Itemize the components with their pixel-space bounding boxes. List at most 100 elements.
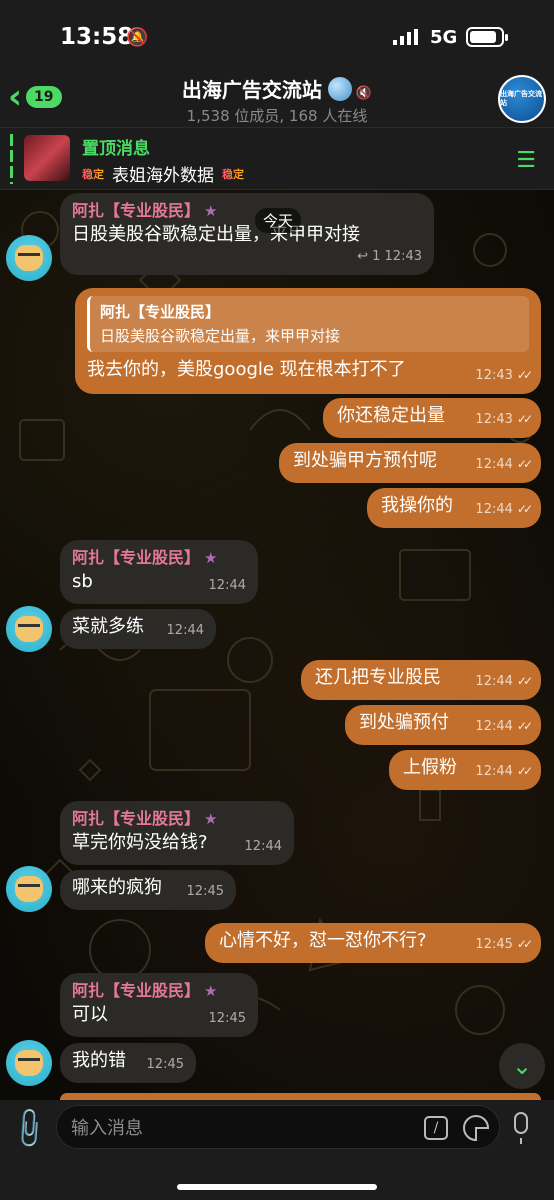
user-avatar[interactable] [6, 866, 52, 912]
message-meta: 12:43 ✓✓ [475, 363, 533, 388]
group-avatar[interactable]: 出海广告交流站 [498, 75, 546, 123]
message-meta: 12:45 [209, 1007, 246, 1031]
group-avatar-text: 出海广告交流站 [500, 90, 542, 107]
message-meta: 12:44 ✓✓ [475, 714, 533, 739]
reply-quote[interactable]: 阿扎【专业股民】 日股美股谷歌稳定出量，来甲甲对接 [87, 296, 529, 352]
status-time: 13:58 [60, 24, 134, 50]
pinned-list-icon[interactable]: ☰ [516, 148, 536, 173]
back-button[interactable]: ‹ 19 [8, 80, 62, 114]
message-meta: 12:44 ✓✓ [475, 759, 533, 784]
commands-icon[interactable]: / [424, 1116, 448, 1140]
pinned-tag-left: 稳定 [82, 167, 104, 181]
message-time: 12:43 [475, 412, 513, 427]
reply-icon: ↩ [357, 249, 368, 264]
star-icon: ★ [204, 549, 218, 567]
message-meta: 12:44 [209, 574, 246, 598]
read-ticks-icon: ✓✓ [516, 412, 533, 426]
message-input-box[interactable]: / [56, 1105, 500, 1149]
message-time: 12:45 [208, 1011, 246, 1026]
user-avatar[interactable] [6, 235, 52, 281]
battery-icon [466, 27, 508, 47]
sender-name[interactable]: 阿扎【专业股民】 [72, 548, 200, 567]
message-outgoing[interactable]: 还几把专业股民 12:44 ✓✓ [301, 660, 541, 700]
star-icon: ★ [204, 202, 218, 220]
star-icon: ★ [204, 810, 218, 828]
read-ticks-icon: ✓✓ [516, 368, 533, 382]
message-text: 我去你的，美股google 现在根本打不了 [87, 359, 406, 380]
message-meta: 12:45 ✓✓ [475, 932, 533, 957]
read-ticks-icon: ✓✓ [516, 502, 533, 516]
attach-icon[interactable]: 📎 [5, 1105, 53, 1153]
message-outgoing[interactable]: 你还稳定出量 12:43 ✓✓ [323, 398, 541, 438]
message-time: 12:45 [146, 1057, 184, 1072]
message-time: 12:44 [475, 719, 513, 734]
date-separator: 今天 [255, 208, 302, 233]
scroll-down-button[interactable]: ⌄ [499, 1043, 545, 1089]
composer-bar: 📎 / [0, 1100, 554, 1200]
message-meta: 12:44 ✓✓ [475, 669, 533, 694]
muted-icon: 🔇 [355, 86, 373, 101]
message-outgoing-partial [60, 1093, 541, 1100]
star-icon: ★ [204, 982, 218, 1000]
network-type: 5G [430, 27, 458, 48]
message-input[interactable] [71, 1115, 371, 1141]
message-incoming[interactable]: 哪来的疯狗 12:45 [60, 870, 236, 910]
user-avatar[interactable] [6, 606, 52, 652]
message-incoming[interactable]: 阿扎【专业股民】 ★ sb 12:44 [60, 540, 258, 604]
chat-header: 出海广告交流站 🔇 1,538 位成员, 168 人在线 ‹ 19 出海广告交流站 [0, 72, 554, 127]
globe-icon [327, 77, 352, 101]
member-count: 1,538 位成员, 168 人在线 [186, 107, 368, 125]
unread-count-badge: 19 [26, 86, 62, 108]
reply-count: 1 [372, 249, 381, 264]
message-meta: 12:44 [167, 619, 204, 643]
pinned-text: 稳定 表姐海外数据 稳定 [82, 161, 244, 186]
message-incoming[interactable]: 阿扎【专业股民】 ★ 草完你妈没给钱? 12:44 [60, 801, 294, 865]
message-incoming[interactable]: 菜就多练 12:44 [60, 609, 216, 649]
user-avatar[interactable] [6, 1040, 52, 1086]
pinned-thumbnail [24, 135, 70, 181]
home-indicator [177, 1184, 377, 1190]
message-time: 12:43 [475, 368, 513, 383]
read-ticks-icon: ✓✓ [516, 674, 533, 688]
message-outgoing[interactable]: 我操你的 12:44 ✓✓ [367, 488, 541, 528]
message-time: 12:44 [475, 502, 513, 517]
pinned-message-text: 表姐海外数据 [112, 166, 214, 186]
chat-title-area[interactable]: 出海广告交流站 🔇 1,538 位成员, 168 人在线 [0, 74, 554, 126]
pinned-tag-right: 稳定 [222, 167, 244, 181]
quote-text: 日股美股谷歌稳定出量，来甲甲对接 [100, 327, 341, 345]
message-time: 12:44 [244, 839, 282, 854]
message-time: 12:44 [475, 457, 513, 472]
message-incoming[interactable]: 阿扎【专业股民】 ★ 可以 12:45 [60, 973, 258, 1037]
message-time: 12:44 [208, 578, 246, 593]
message-time: 12:43 [384, 249, 422, 264]
message-outgoing[interactable]: 到处骗预付 12:44 ✓✓ [345, 705, 541, 745]
message-meta: 12:45 [147, 1053, 184, 1077]
message-outgoing[interactable]: 阿扎【专业股民】 日股美股谷歌稳定出量，来甲甲对接 我去你的，美股google … [75, 288, 541, 394]
message-time: 12:44 [475, 674, 513, 689]
sticker-icon[interactable] [463, 1115, 489, 1141]
sender-name[interactable]: 阿扎【专业股民】 [72, 201, 200, 220]
chevron-down-icon: ⌄ [511, 1052, 533, 1080]
message-meta: 12:44 [245, 835, 282, 859]
status-bar: 13:58 🔕 5G [0, 0, 554, 72]
message-incoming[interactable]: 阿扎【专业股民】 ★ 日股美股谷歌稳定出量，来甲甲对接 ↩ 1 12:43 [60, 193, 434, 275]
chat-title: 出海广告交流站 [181, 78, 322, 102]
cellular-signal-icon [393, 29, 418, 45]
microphone-icon[interactable] [514, 1112, 528, 1144]
pinned-label: 置顶消息 [82, 139, 150, 159]
sender-name[interactable]: 阿扎【专业股民】 [72, 809, 200, 828]
silent-mode-icon: 🔕 [126, 27, 149, 48]
sender-name[interactable]: 阿扎【专业股民】 [72, 981, 200, 1000]
read-ticks-icon: ✓✓ [516, 719, 533, 733]
message-time: 12:44 [475, 764, 513, 779]
message-outgoing[interactable]: 心情不好，怼一怼你不行? 12:45 ✓✓ [205, 923, 541, 963]
message-time: 12:44 [166, 623, 204, 638]
message-outgoing[interactable]: 上假粉 12:44 ✓✓ [389, 750, 541, 790]
message-meta: 12:43 ✓✓ [475, 407, 533, 432]
pinned-message-bar[interactable]: 置顶消息 稳定 表姐海外数据 稳定 ☰ [0, 127, 554, 190]
message-outgoing[interactable]: 到处骗甲方预付呢 12:44 ✓✓ [279, 443, 541, 483]
pinned-indicator [10, 134, 13, 184]
message-text: 日股美股谷歌稳定出量，来甲甲对接 [72, 224, 360, 245]
message-meta: ↩ 1 12:43 [357, 245, 422, 269]
message-incoming[interactable]: 我的错 12:45 [60, 1043, 196, 1083]
